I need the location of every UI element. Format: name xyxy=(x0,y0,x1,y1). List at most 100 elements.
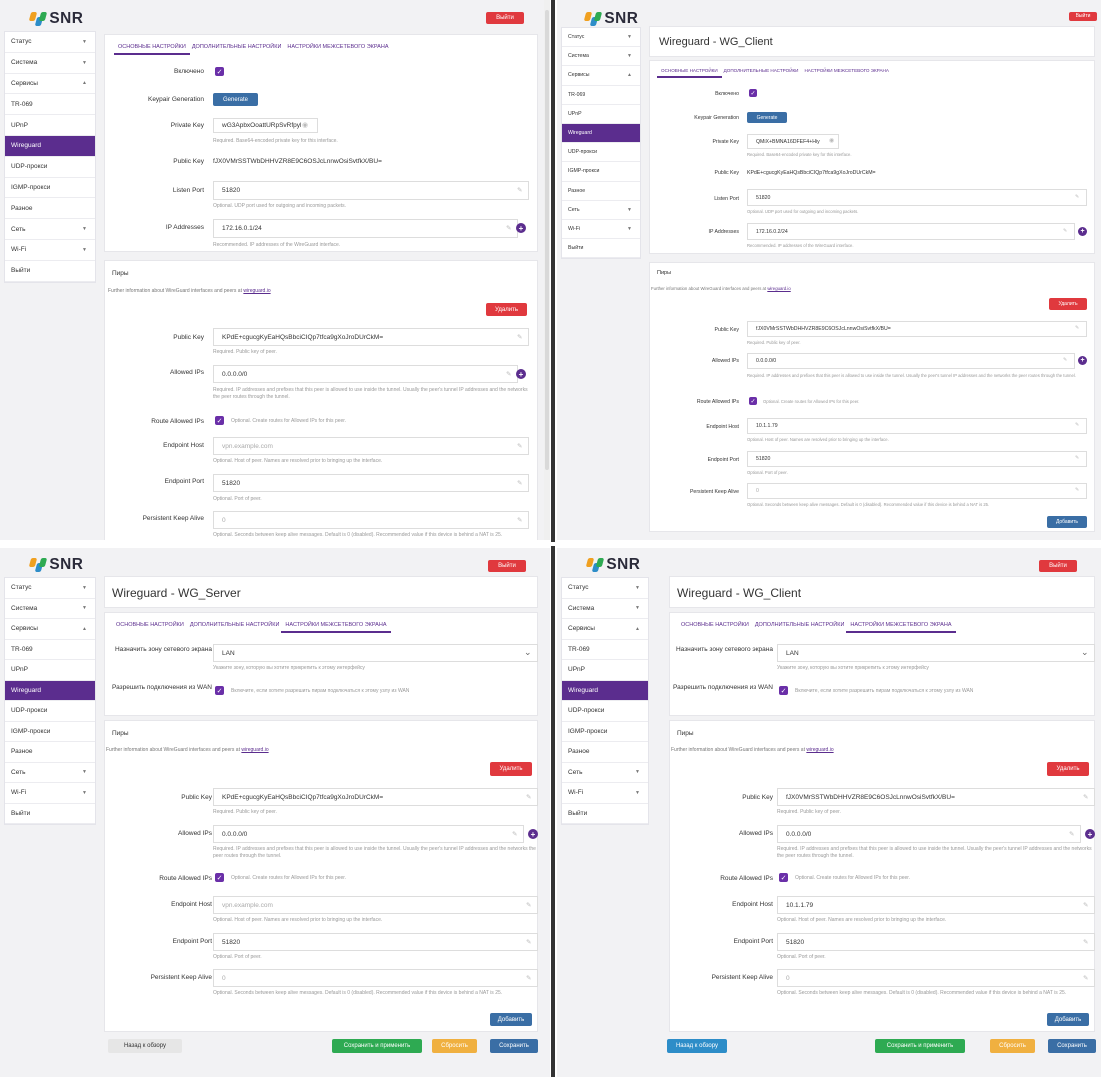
delete-peer-button[interactable]: Удалить xyxy=(1049,298,1087,310)
sidebar-item-tr-069[interactable]: TR-069 xyxy=(5,94,95,116)
plus-circle-icon[interactable]: + xyxy=(1078,356,1087,365)
exit-button[interactable]: Выйти xyxy=(1069,12,1097,21)
generate-button[interactable]: Generate xyxy=(747,112,787,123)
sidebar-item-igmp-прокси[interactable]: IGMP-прокси xyxy=(5,722,95,742)
save-button[interactable]: Сохранить xyxy=(1048,1039,1096,1053)
exit-button[interactable]: Выйти xyxy=(488,560,526,572)
tab-basic[interactable]: ОСНОВНЫЕ НАСТРОЙКИ xyxy=(116,622,184,628)
sidebar-item-статус[interactable]: Статус ▼ xyxy=(5,32,95,53)
sidebar-item-wireguard[interactable]: Wireguard xyxy=(5,135,95,157)
exit-button[interactable]: Выйти xyxy=(486,12,524,24)
sidebar-item-сервисы[interactable]: Сервисы ▲ xyxy=(5,74,95,95)
sidebar-item-upnp[interactable]: UPnP xyxy=(5,660,95,681)
reset-button[interactable]: Сбросить xyxy=(990,1039,1035,1053)
endpoint-port-input[interactable]: 51820 xyxy=(213,933,538,951)
zone-select[interactable]: LAN xyxy=(777,644,1095,662)
endpoint-host-input[interactable]: 10.1.1.79 xyxy=(777,896,1095,914)
sidebar-item-upnp[interactable]: UPnP xyxy=(5,115,95,136)
sidebar-item-wireguard[interactable]: Wireguard xyxy=(5,680,95,701)
peer-public-key-input[interactable]: fJX0VMrSSTWbDHHVZR8E9C6OSJcLnnwOsiSvtfkX… xyxy=(777,788,1095,806)
generate-button[interactable]: Generate xyxy=(213,93,258,106)
sidebar-item-udp-прокси[interactable]: UDP-прокси xyxy=(5,157,95,178)
endpoint-port-input[interactable]: 51820 xyxy=(777,933,1095,951)
delete-peer-button[interactable]: Удалить xyxy=(1047,762,1089,776)
eye-icon[interactable]: ◉ xyxy=(302,121,308,129)
sidebar-item-tr-069[interactable]: TR-069 xyxy=(562,640,648,660)
keepalive-input[interactable]: 0 xyxy=(213,511,529,529)
endpoint-port-input[interactable]: 51820 xyxy=(747,451,1087,467)
add-peer-button[interactable]: Добавить xyxy=(490,1013,532,1026)
sidebar-item-статус[interactable]: Статус ▼ xyxy=(562,28,640,48)
private-key-input[interactable]: QMiX+BMNA16DFEF4+Hiy xyxy=(747,134,839,149)
peer-public-key-input[interactable]: fJX0VMrSSTWbDHHVZR8E9C6OSJcLnnwOsiSvtfkX… xyxy=(747,321,1087,337)
check-icon[interactable]: ✓ xyxy=(749,397,757,405)
sidebar-item-wi-fi[interactable]: Wi-Fi ▼ xyxy=(5,783,95,804)
sidebar-item-разное[interactable]: Разное xyxy=(562,742,648,763)
plus-circle-icon[interactable]: + xyxy=(1085,829,1095,839)
sidebar-item-сервисы[interactable]: Сервисы ▲ xyxy=(5,619,95,640)
sidebar-item-сеть[interactable]: Сеть ▼ xyxy=(5,219,95,240)
sidebar-item-разное[interactable]: Разное xyxy=(5,742,95,763)
wireguard-link[interactable]: wireguard.io xyxy=(767,286,790,291)
wireguard-link[interactable]: wireguard.io xyxy=(243,288,270,294)
exit-button[interactable]: Выйти xyxy=(1039,560,1077,572)
sidebar-item-система[interactable]: Система ▼ xyxy=(562,47,640,67)
check-icon[interactable]: ✓ xyxy=(215,67,224,76)
check-icon[interactable]: ✓ xyxy=(215,416,224,425)
tab-extra[interactable]: ДОПОЛНИТЕЛЬНЫЕ НАСТРОЙКИ xyxy=(724,68,799,73)
allowed-ips-input[interactable]: 0.0.0.0/0 xyxy=(213,365,518,383)
plus-circle-icon[interactable]: + xyxy=(528,829,538,839)
sidebar-item-сеть[interactable]: Сеть ▼ xyxy=(562,201,640,220)
sidebar-item-wireguard[interactable]: Wireguard xyxy=(562,680,648,701)
sidebar-item-выйти[interactable]: Выйти xyxy=(5,804,95,824)
check-icon[interactable]: ✓ xyxy=(779,873,788,882)
sidebar-item-udp-прокси[interactable]: UDP-прокси xyxy=(562,701,648,722)
eye-icon[interactable]: ◉ xyxy=(829,137,834,144)
sidebar-item-tr-069[interactable]: TR-069 xyxy=(562,86,640,105)
keepalive-input[interactable]: 0 xyxy=(777,969,1095,987)
ip-addresses-input[interactable]: 172.16.0.1/24 xyxy=(213,219,518,238)
sidebar-item-wireguard[interactable]: Wireguard xyxy=(562,123,640,144)
save-apply-button[interactable]: Сохранить и применить xyxy=(332,1039,422,1053)
wireguard-link[interactable]: wireguard.io xyxy=(241,747,268,753)
scrollbar-thumb[interactable] xyxy=(545,10,549,470)
allowed-ips-input[interactable]: 0.0.0.0/0 xyxy=(213,825,524,843)
sidebar-item-udp-прокси[interactable]: UDP-прокси xyxy=(5,701,95,722)
sidebar-item-igmp-прокси[interactable]: IGMP-прокси xyxy=(562,162,640,182)
check-icon[interactable]: ✓ xyxy=(779,686,788,695)
delete-peer-button[interactable]: Удалить xyxy=(486,303,527,316)
sidebar-item-выйти[interactable]: Выйти xyxy=(5,261,95,282)
sidebar-item-выйти[interactable]: Выйти xyxy=(562,804,648,824)
tab-basic[interactable]: ОСНОВНЫЕ НАСТРОЙКИ xyxy=(114,44,190,55)
listen-port-input[interactable]: 51820 xyxy=(213,181,529,200)
tab-firewall[interactable]: НАСТРОЙКИ МЕЖСЕТЕВОГО ЭКРАНА xyxy=(804,68,888,73)
ip-addresses-input[interactable]: 172.16.0.2/24 xyxy=(747,223,1075,240)
tab-extra[interactable]: ДОПОЛНИТЕЛЬНЫЕ НАСТРОЙКИ xyxy=(190,622,280,628)
chevron-down-icon[interactable]: ⌄ xyxy=(1081,647,1089,658)
sidebar-item-wi-fi[interactable]: Wi-Fi ▼ xyxy=(562,220,640,240)
endpoint-host-input[interactable]: vpn.example.com xyxy=(213,896,538,914)
endpoint-host-input[interactable]: 10.1.1.79 xyxy=(747,418,1087,434)
delete-peer-button[interactable]: Удалить xyxy=(490,762,532,776)
tab-firewall[interactable]: НАСТРОЙКИ МЕЖСЕТЕВОГО ЭКРАНА xyxy=(281,622,391,633)
sidebar-item-система[interactable]: Система ▼ xyxy=(5,599,95,619)
allowed-ips-input[interactable]: 0.0.0.0/0 xyxy=(777,825,1081,843)
sidebar-item-сервисы[interactable]: Сервисы ▲ xyxy=(562,619,648,640)
endpoint-host-input[interactable]: vpn.example.com xyxy=(213,437,529,455)
tab-extra[interactable]: ДОПОЛНИТЕЛЬНЫЕ НАСТРОЙКИ xyxy=(755,622,845,628)
sidebar-item-сервисы[interactable]: Сервисы ▲ xyxy=(562,66,640,86)
plus-circle-icon[interactable]: + xyxy=(516,223,526,233)
sidebar-item-выйти[interactable]: Выйти xyxy=(562,239,640,259)
sidebar-item-udp-прокси[interactable]: UDP-прокси xyxy=(562,143,640,163)
sidebar-item-wi-fi[interactable]: Wi-Fi ▼ xyxy=(5,240,95,261)
keepalive-input[interactable]: 0 xyxy=(213,969,538,987)
keepalive-input[interactable]: 0 xyxy=(747,483,1087,499)
tab-extra[interactable]: ДОПОЛНИТЕЛЬНЫЕ НАСТРОЙКИ xyxy=(192,44,282,50)
add-peer-button[interactable]: Добавить xyxy=(1047,516,1087,528)
zone-select[interactable]: LAN xyxy=(213,644,538,662)
back-to-overview-button[interactable]: Назад к обзору xyxy=(108,1039,182,1053)
save-apply-button[interactable]: Сохранить и применить xyxy=(875,1039,965,1053)
sidebar-item-разное[interactable]: Разное xyxy=(5,198,95,220)
sidebar-item-сеть[interactable]: Сеть ▼ xyxy=(5,763,95,783)
reset-button[interactable]: Сбросить xyxy=(432,1039,477,1053)
